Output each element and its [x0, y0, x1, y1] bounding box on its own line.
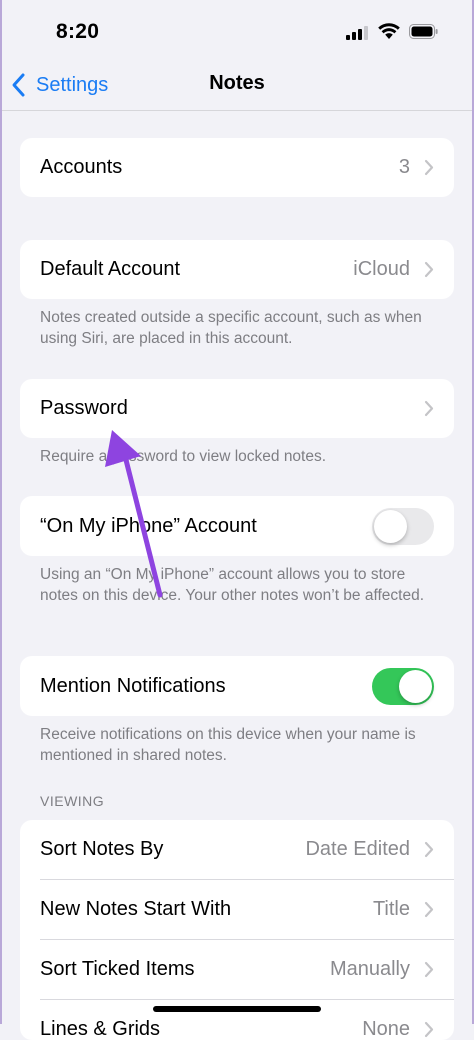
- cellular-signal-icon: [346, 26, 370, 40]
- accounts-row[interactable]: Accounts 3: [20, 138, 454, 197]
- accounts-label: Accounts: [40, 156, 123, 178]
- password-group: Password: [20, 379, 454, 438]
- sort-notes-by-row[interactable]: Sort Notes By Date Edited: [20, 820, 454, 879]
- on-my-iphone-footnote: Using an “On My iPhone” account allows y…: [40, 566, 425, 604]
- row-value: Manually: [329, 958, 410, 980]
- default-account-row[interactable]: Default Account iCloud: [20, 240, 454, 299]
- password-footnote: Require a password to view locked notes.: [40, 448, 327, 465]
- mention-notifications-group: Mention Notifications: [20, 656, 454, 716]
- accounts-group: Accounts 3: [20, 138, 454, 197]
- chevron-right-icon: [424, 961, 434, 978]
- status-bar: 8:20: [0, 0, 474, 62]
- mention-notifications-label: Mention Notifications: [40, 674, 226, 697]
- row-label: Lines & Grids: [40, 1018, 161, 1040]
- default-account-value: iCloud: [353, 258, 410, 280]
- chevron-right-icon: [424, 400, 434, 417]
- sort-ticked-items-row[interactable]: Sort Ticked Items Manually: [20, 940, 454, 999]
- chevron-right-icon: [424, 901, 434, 918]
- on-my-iphone-label: “On My iPhone” Account: [40, 514, 257, 537]
- new-notes-start-with-row[interactable]: New Notes Start With Title: [20, 880, 454, 939]
- row-value: Title: [372, 898, 410, 920]
- chevron-right-icon: [424, 159, 434, 176]
- battery-icon: [409, 24, 438, 39]
- row-label: Sort Ticked Items: [40, 958, 195, 980]
- row-value: Date Edited: [305, 838, 410, 860]
- default-account-label: Default Account: [40, 258, 181, 280]
- chevron-right-icon: [424, 841, 434, 858]
- wifi-icon: [378, 23, 400, 39]
- mention-notifications-toggle[interactable]: [372, 668, 434, 705]
- toggle-knob: [374, 510, 407, 543]
- chevron-right-icon: [424, 261, 434, 278]
- mention-notifications-row: Mention Notifications: [20, 656, 454, 716]
- navigation-bar: Settings Notes: [0, 62, 474, 111]
- on-my-iphone-group: “On My iPhone” Account: [20, 496, 454, 556]
- row-value: None: [362, 1018, 410, 1040]
- default-account-footnote: Notes created outside a specific account…: [40, 309, 422, 347]
- mention-notifications-footnote: Receive notifications on this device whe…: [40, 726, 416, 764]
- password-row[interactable]: Password: [20, 379, 454, 438]
- password-label: Password: [40, 397, 128, 419]
- accounts-count: 3: [398, 156, 410, 178]
- toggle-knob: [399, 670, 432, 703]
- page-title: Notes: [209, 72, 265, 94]
- viewing-section-header: VIEWING: [40, 793, 105, 809]
- home-indicator: [153, 1006, 321, 1012]
- row-label: Sort Notes By: [40, 838, 164, 860]
- status-time: 8:20: [56, 20, 100, 43]
- on-my-iphone-row: “On My iPhone” Account: [20, 496, 454, 556]
- row-label: New Notes Start With: [40, 898, 232, 920]
- default-account-group: Default Account iCloud: [20, 240, 454, 299]
- on-my-iphone-toggle[interactable]: [372, 508, 434, 545]
